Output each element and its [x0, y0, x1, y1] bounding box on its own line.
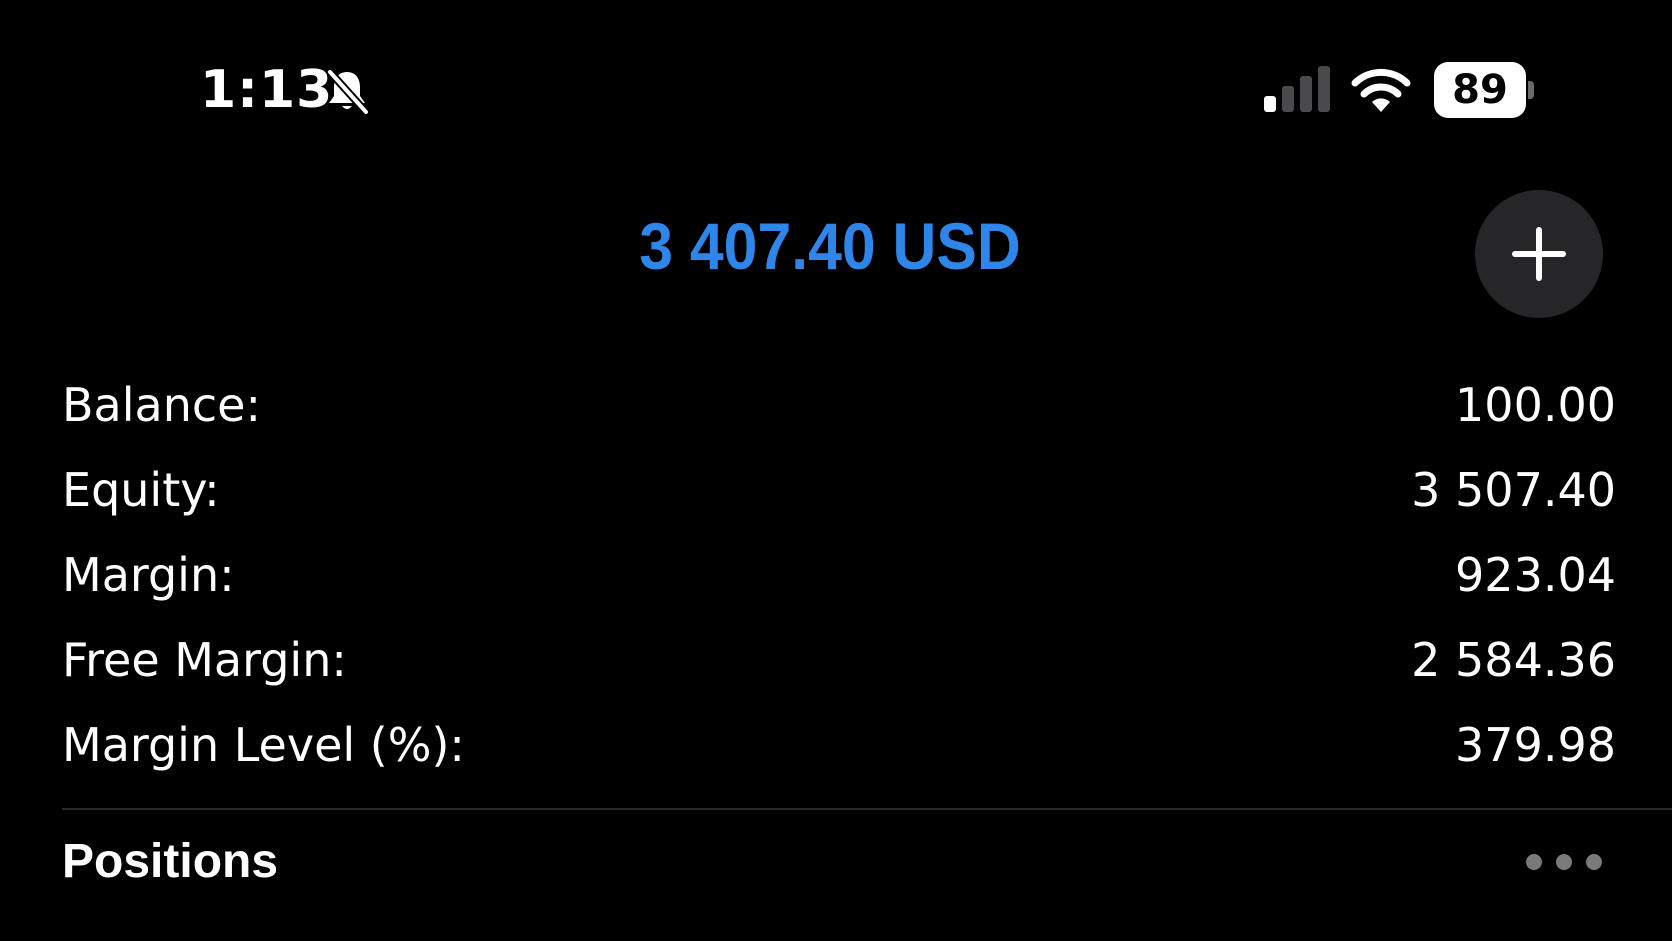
cellular-signal-icon: [1264, 66, 1330, 112]
battery-level: 89: [1452, 67, 1508, 113]
balance-value: 100.00: [1455, 377, 1616, 432]
more-dot: [1526, 854, 1542, 870]
plus-icon: [1512, 227, 1566, 281]
battery-body: 89: [1434, 62, 1526, 118]
free-margin-value: 2 584.36: [1411, 632, 1616, 687]
equity-value: 3 507.40: [1411, 462, 1616, 517]
battery-icon: 89: [1434, 62, 1534, 118]
bell-slash-icon: [327, 69, 369, 115]
margin-level-label: Margin Level (%):: [62, 717, 465, 772]
margin-label: Margin:: [62, 547, 235, 602]
margin-level-row: Margin Level (%): 379.98: [62, 702, 1616, 787]
status-bar: 1:13 89: [0, 0, 1672, 180]
battery-cap: [1528, 81, 1534, 99]
wifi-icon: [1351, 68, 1411, 112]
more-dot: [1586, 854, 1602, 870]
free-margin-label: Free Margin:: [62, 632, 347, 687]
section-divider: [62, 808, 1672, 810]
account-summary: Balance: 100.00 Equity: 3 507.40 Margin:…: [62, 362, 1616, 787]
more-dots-icon[interactable]: [1526, 850, 1606, 876]
equity-label: Equity:: [62, 462, 220, 517]
more-dot: [1556, 854, 1572, 870]
positions-title: Positions: [62, 835, 279, 888]
equity-row: Equity: 3 507.40: [62, 447, 1616, 532]
margin-value: 923.04: [1455, 547, 1616, 602]
add-button[interactable]: [1475, 190, 1603, 318]
free-margin-row: Free Margin: 2 584.36: [62, 617, 1616, 702]
margin-row: Margin: 923.04: [62, 532, 1616, 617]
balance-label: Balance:: [62, 377, 261, 432]
balance-row: Balance: 100.00: [62, 362, 1616, 447]
status-time: 1:13: [200, 60, 334, 120]
account-total-equity: 3 407.40 USD: [639, 209, 1021, 283]
margin-level-value: 379.98: [1455, 717, 1616, 772]
